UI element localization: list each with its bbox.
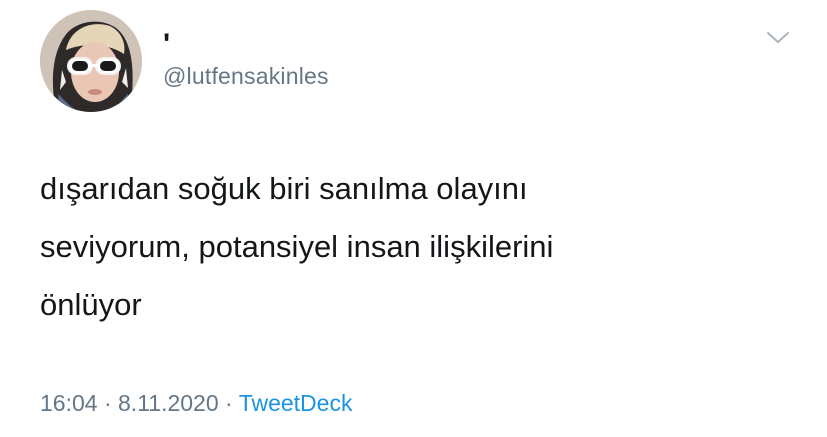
tweet-text: dışarıdan soğuk biri sanılma olayını sev… — [40, 160, 800, 334]
tweet-date[interactable]: 8.11.2020 — [118, 390, 219, 416]
tweet-text-line: seviyorum, potansiyel insan ilişkilerini — [40, 229, 554, 264]
profile-photo — [40, 10, 142, 112]
chevron-down-icon[interactable] — [765, 28, 791, 48]
tweet-time[interactable]: 16:04 — [40, 390, 98, 416]
meta-separator: · — [103, 390, 112, 416]
avatar[interactable] — [40, 10, 142, 112]
tweet-card: ' @lutfensakinles dışarıdan soğuk biri s… — [0, 0, 827, 437]
tweet-meta: 16:04 · 8.11.2020 · TweetDeck — [40, 388, 352, 418]
meta-separator: · — [225, 390, 233, 416]
tweet-text-line: önlüyor — [40, 287, 142, 322]
tweet-text-line: dışarıdan soğuk biri sanılma olayını — [40, 171, 528, 206]
username-handle[interactable]: @lutfensakinles — [163, 62, 329, 90]
tweet-source-link[interactable]: TweetDeck — [239, 390, 353, 416]
display-name[interactable]: ' — [163, 30, 170, 60]
